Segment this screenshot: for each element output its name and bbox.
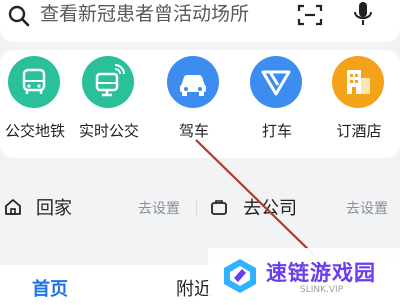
quick-action-bus-subway[interactable]: 公交地铁: [0, 56, 73, 146]
search-bar[interactable]: 查看新冠患者曾活动场所: [0, 0, 400, 42]
quick-action-realtime-bus[interactable]: 实时公交: [71, 56, 147, 146]
quick-action-drive[interactable]: 驾车: [156, 56, 232, 146]
shortcut-divider: [196, 200, 197, 216]
tab-nearby[interactable]: 附近: [176, 275, 212, 301]
quick-action-taxi[interactable]: 打车: [239, 56, 315, 146]
watermark-logo-icon: [220, 256, 260, 296]
home-set-link[interactable]: 去设置: [138, 198, 180, 218]
watermark-title: 速链游戏园: [266, 261, 376, 285]
quick-actions-panel: 公交地铁 实时公交 驾车 打车 订酒店: [0, 50, 400, 158]
taxi-icon: [250, 56, 302, 108]
briefcase-icon: [210, 198, 228, 216]
tab-home[interactable]: 首页: [32, 275, 68, 301]
quick-action-label: 驾车: [178, 122, 209, 140]
quick-action-label: 订酒店: [336, 122, 382, 140]
watermark-overlay: 速链游戏园 SLINK.VIP: [208, 248, 400, 305]
realtime-bus-icon: [82, 56, 134, 108]
home-icon: [4, 198, 22, 216]
quick-action-label: 实时公交: [78, 122, 139, 140]
home-shortcut[interactable]: 回家: [36, 194, 72, 220]
hotel-icon: [332, 56, 384, 108]
search-icon: [8, 5, 30, 27]
car-icon: [167, 56, 219, 108]
mic-icon[interactable]: [351, 0, 375, 28]
scan-icon[interactable]: [296, 2, 324, 28]
watermark-subtitle: SLINK.VIP: [300, 285, 344, 295]
search-placeholder[interactable]: 查看新冠患者曾活动场所: [40, 1, 249, 27]
quick-action-hotel[interactable]: 订酒店: [321, 56, 397, 146]
work-shortcut[interactable]: 去公司: [243, 194, 297, 220]
bus-icon: [8, 56, 60, 108]
shortcut-row: 回家 去设置 去公司 去设置: [0, 182, 400, 232]
work-set-link[interactable]: 去设置: [346, 198, 388, 218]
quick-action-label: 打车: [261, 122, 292, 140]
quick-action-label: 公交地铁: [4, 122, 65, 140]
